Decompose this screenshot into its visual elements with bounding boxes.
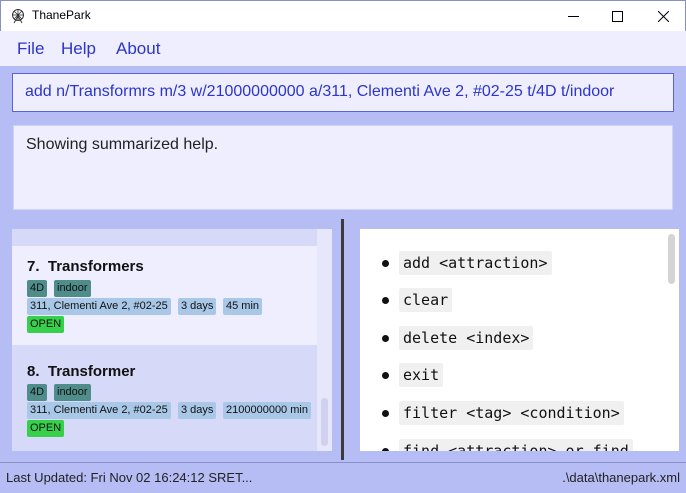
minimize-icon: [567, 15, 579, 17]
bullet-icon: [382, 410, 389, 417]
bullet-icon: [382, 260, 389, 267]
attraction-name: Transformers: [47, 258, 144, 275]
help-scrollbar-thumb[interactable]: [668, 234, 675, 284]
minimize-button[interactable]: [550, 1, 596, 31]
maximize-icon: [611, 10, 623, 22]
help-command-item: find <attraction> or find: [360, 439, 660, 451]
split-pane-divider[interactable]: [341, 219, 344, 460]
bullet-icon: [382, 372, 389, 379]
list-item[interactable]: 7. Transformers 4D indoor 311, Clementi …: [12, 246, 317, 345]
wait-time-badge: 45 min: [223, 298, 263, 315]
status-badge: OPEN: [27, 420, 65, 437]
close-icon: [657, 10, 669, 22]
list-scrollbar-thumb[interactable]: [321, 398, 328, 446]
tag-badge: indoor: [54, 384, 91, 401]
command-code: delete <index>: [399, 326, 534, 350]
attraction-title: 7. Transformers: [27, 258, 144, 275]
window-title: ThanePark: [32, 8, 91, 22]
help-command-item: filter <tag> <condition>: [360, 401, 660, 425]
result-display: Showing summarized help.: [13, 125, 673, 210]
tag-badge: indoor: [54, 280, 91, 297]
list-item-partial[interactable]: [12, 229, 317, 246]
result-message: Showing summarized help.: [26, 136, 219, 153]
attraction-name: Transformer: [47, 363, 136, 380]
last-updated-text: Last Updated: Fri Nov 02 16:24:12 SRET..…: [6, 470, 253, 485]
file-path-text: .\data\thanepark.xml: [562, 470, 680, 485]
command-code: add <attraction>: [399, 251, 552, 275]
tag-badge: 4D: [27, 384, 48, 401]
help-command-item: delete <index>: [360, 326, 660, 350]
maximize-button[interactable]: [594, 1, 640, 31]
command-code: clear: [399, 288, 453, 312]
menu-help[interactable]: Help: [61, 39, 96, 59]
title-bar: ThanePark: [0, 0, 686, 31]
command-input-value: add n/Transformrs m/3 w/21000000000 a/31…: [25, 83, 615, 100]
bullet-icon: [382, 448, 389, 451]
help-command-item: clear: [360, 288, 660, 312]
duration-badge: 3 days: [178, 402, 217, 419]
close-button[interactable]: [640, 1, 686, 31]
attraction-list[interactable]: 7. Transformers 4D indoor 311, Clementi …: [12, 229, 332, 451]
wait-time-badge: 2100000000 min: [223, 402, 311, 419]
status-bar: Last Updated: Fri Nov 02 16:24:12 SRET..…: [0, 462, 686, 493]
bullet-icon: [382, 335, 389, 342]
command-input[interactable]: add n/Transformrs m/3 w/21000000000 a/31…: [12, 73, 674, 112]
command-code: filter <tag> <condition>: [399, 401, 624, 425]
tag-badge: 4D: [27, 280, 48, 297]
menu-about[interactable]: About: [116, 39, 160, 59]
menu-bar: File Help About: [0, 31, 686, 66]
ferris-wheel-icon: [12, 9, 24, 24]
address-badge: 311, Clementi Ave 2, #02-25: [27, 298, 171, 315]
attraction-title: 8. Transformer: [27, 363, 135, 380]
attraction-index: 8.: [27, 363, 40, 380]
list-item-selected[interactable]: 8. Transformer 4D indoor 311, Clementi A…: [12, 345, 317, 451]
command-code: find <attraction> or find: [399, 439, 633, 451]
help-command-item: add <attraction>: [360, 251, 660, 275]
bullet-icon: [382, 297, 389, 304]
duration-badge: 3 days: [178, 298, 217, 315]
help-command-item: exit: [360, 363, 660, 387]
attraction-index: 7.: [27, 258, 40, 275]
address-badge: 311, Clementi Ave 2, #02-25: [27, 402, 171, 419]
status-badge: OPEN: [27, 316, 65, 333]
menu-file[interactable]: File: [17, 39, 44, 59]
command-code: exit: [399, 363, 444, 387]
help-panel: add <attraction> clear delete <index> ex…: [360, 229, 664, 451]
